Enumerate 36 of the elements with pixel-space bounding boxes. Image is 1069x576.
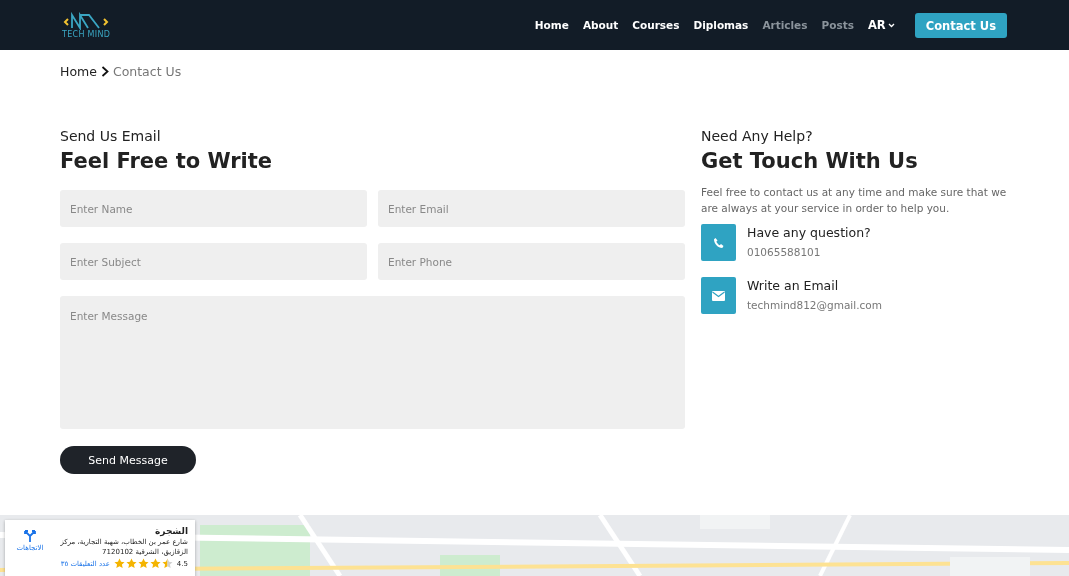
directions-icon: [24, 530, 36, 542]
text-field[interactable]: Enter Phone: [378, 243, 685, 280]
help-text: Feel free to contact us at any time and make sure that we are always at your service in order to help you.: [701, 185, 1007, 216]
chevron-right-icon: [100, 66, 109, 77]
contact-value: 01065588101: [747, 246, 822, 258]
nav-link[interactable]: Home: [534, 19, 569, 31]
star-icon: [137, 558, 149, 569]
contact-label: Have any question?: [747, 225, 871, 241]
send-message-button[interactable]: Send Message: [60, 446, 196, 474]
breadcrumb-current: Contact Us: [112, 64, 182, 79]
half-star-icon: [161, 558, 173, 569]
nav-link[interactable]: About: [582, 19, 619, 31]
envelope-icon: [701, 277, 736, 314]
phone-icon: [701, 224, 736, 261]
text-field[interactable]: Enter Subject: [60, 243, 367, 280]
logo-text: TECH MIND: [62, 29, 111, 39]
section-title: Feel Free to Write: [60, 148, 274, 175]
contact-label: Write an Email: [747, 278, 840, 294]
breadcrumb-link[interactable]: Home: [60, 64, 97, 79]
logo-icon: [63, 11, 110, 30]
nav-link[interactable]: Courses: [632, 19, 680, 31]
text-field[interactable]: Enter Name: [60, 190, 367, 227]
message-field[interactable]: Enter Message: [60, 296, 685, 429]
place-name: الشجرة: [153, 526, 188, 536]
section-title: Get Touch With Us: [701, 148, 919, 175]
section-subtitle: Need Any Help?: [701, 127, 814, 146]
nav-link[interactable]: Articles: [762, 19, 808, 31]
star-icon: [125, 558, 137, 569]
text-field[interactable]: Enter Email: [378, 190, 685, 227]
contact-value: techmind812@gmail.com: [747, 299, 882, 311]
language-menu[interactable]: AR: [867, 18, 895, 32]
star-icon: [113, 558, 125, 569]
nav-link[interactable]: Posts: [821, 19, 854, 31]
chevron-down-icon: [887, 22, 895, 28]
section-subtitle: Send Us Email: [60, 127, 162, 146]
nav-link[interactable]: Diplomas: [693, 19, 749, 31]
